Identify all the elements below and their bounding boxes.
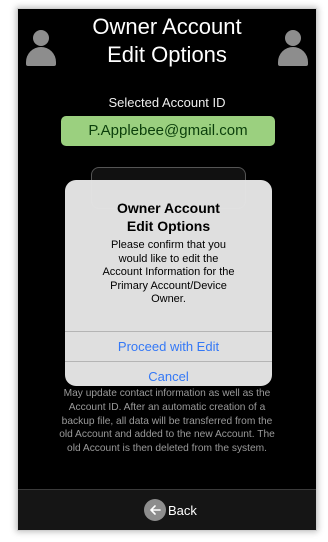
avatar-head [285, 30, 301, 46]
info-line: backup file, all data will be transferre… [61, 415, 273, 427]
phone-screen: Owner Account Edit Options Selected Acco… [17, 8, 317, 531]
dialog-message-line: Account Information for the [102, 266, 235, 278]
avatar-body [278, 47, 308, 66]
account-id-field[interactable]: P.Applebee@gmail.com [61, 116, 275, 146]
avatar-body [26, 47, 56, 66]
user-avatar-left-icon [26, 30, 56, 66]
dialog-message-line: would like to edit the [118, 252, 219, 265]
dialog-title-line1: Owner Account [117, 200, 220, 216]
confirm-dialog: Owner Account Edit Options Please confir… [65, 180, 272, 386]
bottom-bar: Back [18, 489, 316, 530]
proceed-with-edit-button[interactable]: Proceed with Edit [65, 331, 272, 362]
info-line: Account ID. After an automatic creation … [68, 401, 266, 413]
edit-options-screen: Owner Account Edit Options Selected Acco… [18, 9, 316, 530]
info-text: May update contact information as well a… [18, 387, 316, 456]
info-line: old Account is then deleted from the sys… [67, 443, 267, 455]
dialog-message-line: Primary Account/Device [110, 279, 227, 292]
dialog-title-line2: Edit Options [126, 218, 211, 234]
dialog-title: Owner Account Edit Options [69, 199, 268, 235]
page-title-line2: Edit Options [107, 42, 227, 67]
info-line: May update contact information as well a… [63, 388, 271, 399]
dialog-message-line: Please confirm that you [111, 239, 226, 251]
user-avatar-right-icon [278, 30, 308, 66]
cancel-button[interactable]: Cancel [65, 361, 272, 386]
dialog-message: Please confirm that you would like to ed… [77, 239, 260, 307]
back-label: Back [168, 502, 197, 518]
page-title: Owner Account Edit Options [58, 13, 276, 69]
selected-account-label: Selected Account ID [108, 95, 226, 110]
avatar-head [33, 30, 49, 46]
arrow-left-icon [144, 499, 166, 521]
arrow-left-glyph [150, 505, 161, 515]
back-button[interactable]: Back [144, 498, 197, 522]
dialog-message-line: Owner. [151, 293, 186, 305]
info-line: old Account and added to the new Account… [59, 429, 275, 441]
page-title-line1: Owner Account [92, 14, 242, 39]
